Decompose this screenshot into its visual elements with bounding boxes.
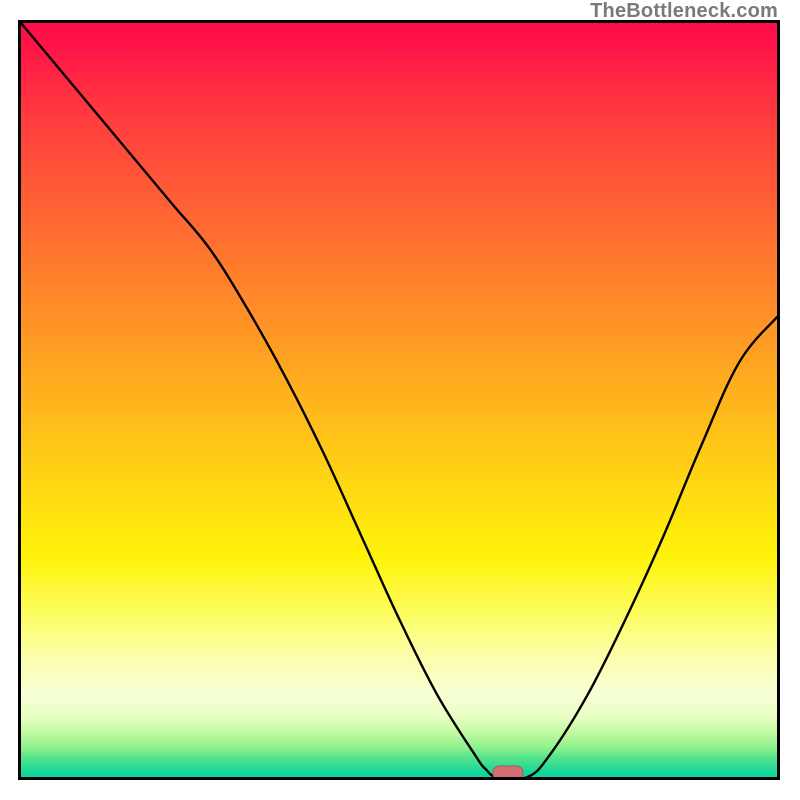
frame-border-bottom bbox=[18, 777, 780, 780]
plot-area bbox=[21, 23, 777, 777]
bottleneck-curve bbox=[21, 23, 777, 777]
chart-stage: TheBottleneck.com bbox=[0, 0, 800, 800]
optimal-point-marker bbox=[492, 766, 523, 777]
frame-border-right bbox=[777, 20, 780, 780]
